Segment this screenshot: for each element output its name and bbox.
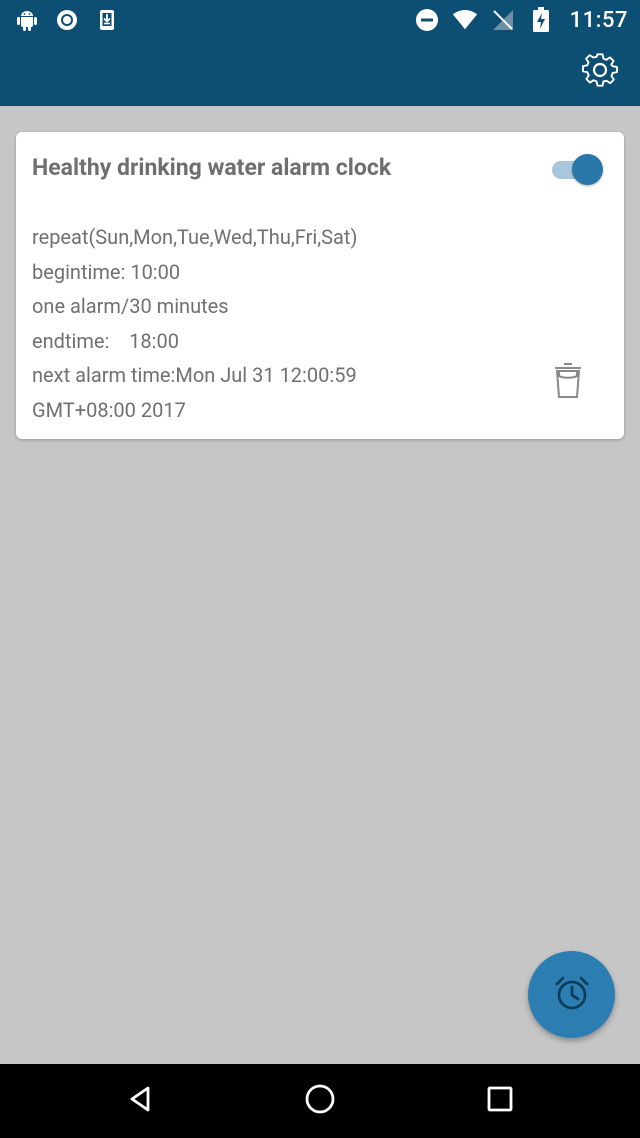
download-icon xyxy=(94,7,120,33)
alarm-begintime: begintime: 10:00 xyxy=(32,259,181,284)
back-button[interactable] xyxy=(116,1076,166,1126)
recents-button[interactable] xyxy=(475,1076,525,1126)
alarm-endtime: endtime: 18:00 xyxy=(32,328,179,353)
recents-icon xyxy=(486,1085,514,1117)
alarm-enabled-toggle[interactable] xyxy=(550,152,606,186)
alarm-next-time: next alarm time:Mon Jul 31 12:00:59 xyxy=(32,363,357,388)
alarm-interval: one alarm/30 minutes xyxy=(32,294,229,319)
alarm-next-time-zone: GMT+08:00 2017 xyxy=(32,397,186,422)
alarm-details: repeat(Sun,Mon,Tue,Wed,Thu,Fri,Sat) begi… xyxy=(32,220,532,428)
settings-button[interactable] xyxy=(578,50,622,94)
home-icon xyxy=(304,1083,336,1119)
navigation-bar xyxy=(0,1064,640,1138)
android-debug-icon xyxy=(14,7,40,33)
alarm-title: Healthy drinking water alarm clock xyxy=(32,154,392,181)
battery-charging-icon xyxy=(528,7,554,33)
app-bar xyxy=(0,40,640,106)
status-bar-notifications xyxy=(14,0,120,40)
alarm-clock-icon xyxy=(552,973,592,1017)
do-not-disturb-icon xyxy=(414,7,440,33)
delete-alarm-button[interactable] xyxy=(549,360,587,404)
status-bar: 11:57 xyxy=(0,0,640,40)
status-time: 11:57 xyxy=(569,7,628,33)
sync-icon xyxy=(54,7,80,33)
gear-icon xyxy=(580,50,620,94)
alarm-card[interactable]: Healthy drinking water alarm clock repea… xyxy=(16,132,624,439)
alarm-repeat: repeat(Sun,Mon,Tue,Wed,Thu,Fri,Sat) xyxy=(32,225,358,249)
wifi-icon xyxy=(452,7,478,33)
no-signal-icon xyxy=(490,7,516,33)
add-alarm-fab[interactable] xyxy=(528,951,615,1038)
home-button[interactable] xyxy=(295,1076,345,1126)
trash-icon xyxy=(552,360,584,404)
back-icon xyxy=(126,1084,156,1118)
toggle-thumb xyxy=(572,154,603,185)
status-bar-system: 11:57 xyxy=(414,0,628,40)
